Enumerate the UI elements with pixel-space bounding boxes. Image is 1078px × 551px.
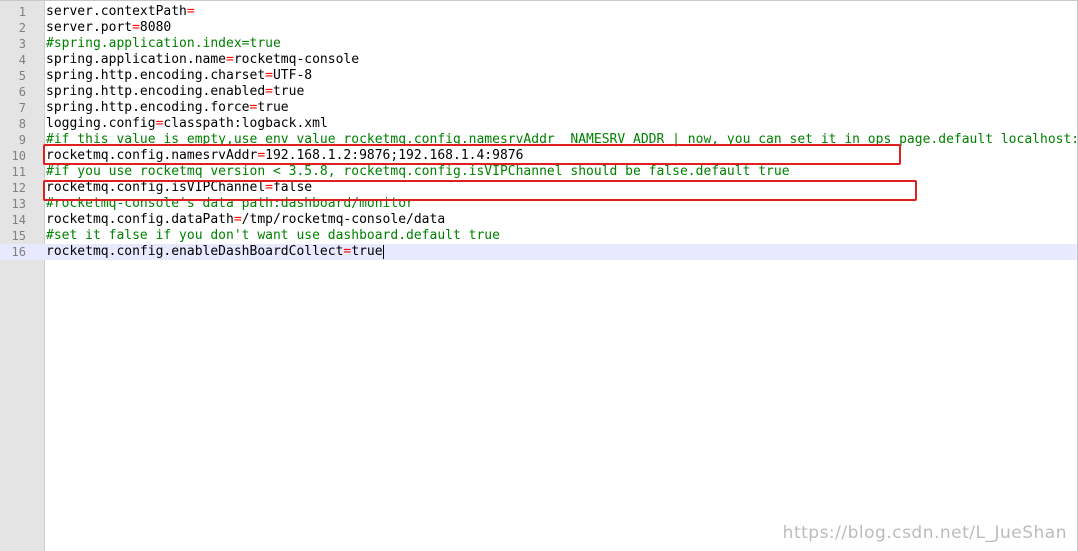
equals-operator: = <box>186 4 195 19</box>
code-line[interactable]: 5 spring.http.encoding.charset=UTF-8 <box>0 68 1077 84</box>
line-content[interactable]: logging.config=classpath:logback.xml <box>46 116 1077 132</box>
property-value: true <box>257 100 289 115</box>
line-content[interactable]: #spring.application.index=true <box>46 36 1077 52</box>
line-content[interactable]: spring.application.name=rocketmq-console <box>46 52 1077 68</box>
line-number: 13 <box>11 197 26 211</box>
equals-operator: = <box>132 20 140 35</box>
line-number: 2 <box>18 21 26 35</box>
equals-operator: = <box>233 212 242 227</box>
comment-text: #spring.application.index=true <box>46 36 281 51</box>
line-number: 7 <box>18 101 26 115</box>
line-content[interactable]: rocketmq.config.dataPath=/tmp/rocketmq-c… <box>46 212 1077 228</box>
property-key: server.contextPath <box>46 4 187 19</box>
code-line[interactable]: 2 server.port=8080 <box>0 20 1077 36</box>
code-editor[interactable]: 1 server.contextPath= 2 server.port=8080 3 #s… <box>0 0 1078 551</box>
line-number: 9 <box>18 133 26 147</box>
equals-operator: = <box>265 68 273 83</box>
code-line[interactable]: 4 spring.application.name=rocketmq-consol… <box>0 52 1077 68</box>
property-value: classpath:logback.xml <box>163 116 328 131</box>
property-value: rocketmq-console <box>233 52 360 67</box>
code-line[interactable]: 7 spring.http.encoding.force=true <box>0 100 1077 116</box>
text-cursor <box>382 244 384 259</box>
line-content[interactable]: rocketmq.config.enableDashBoardCollect=t… <box>46 244 1077 260</box>
line-number: 10 <box>11 149 26 163</box>
line-number: 16 <box>11 245 26 259</box>
code-line[interactable]: 6 spring.http.encoding.enabled=true <box>0 84 1077 100</box>
line-number: 5 <box>18 69 26 83</box>
code-lines[interactable]: 1 server.contextPath= 2 server.port=8080 3 #s… <box>0 4 1077 260</box>
line-content[interactable]: #set it false if you don't want use dash… <box>46 228 1077 244</box>
property-key: spring.http.encoding.charset <box>46 68 266 83</box>
property-value: true <box>351 244 383 259</box>
line-content[interactable]: #if you use rocketmq version < 3.5.8, ro… <box>46 164 1077 180</box>
line-content[interactable]: server.port=8080 <box>46 20 1077 36</box>
property-key: spring.application.name <box>46 52 227 67</box>
code-line[interactable]: 11 #if you use rocketmq version < 3.5.8, … <box>0 164 1077 180</box>
comment-text: #if you use rocketmq version < 3.5.8, ro… <box>46 164 790 179</box>
property-value: true <box>272 84 305 99</box>
line-number: 1 <box>18 5 26 19</box>
watermark: https://blog.csdn.net/L_JueShan <box>782 523 1067 543</box>
property-key: logging.config <box>46 116 156 131</box>
equals-operator: = <box>265 84 273 99</box>
highlight-box-vip-channel <box>43 180 917 201</box>
property-value: 8080 <box>139 20 172 35</box>
line-number: 11 <box>11 165 26 179</box>
equals-operator: = <box>226 52 234 67</box>
line-number: 3 <box>18 37 26 51</box>
line-number: 4 <box>18 53 26 67</box>
line-content[interactable]: spring.http.encoding.force=true <box>46 100 1077 116</box>
highlight-box-namesrv-addr <box>43 144 901 165</box>
code-line[interactable]: 15 #set it false if you don't want use da… <box>0 228 1077 244</box>
property-key: spring.http.encoding.enabled <box>46 84 266 99</box>
property-value: /tmp/rocketmq-console/data <box>241 212 446 227</box>
property-key: rocketmq.config.enableDashBoardCollect <box>46 244 344 259</box>
code-line[interactable]: 8 logging.config=classpath:logback.xml <box>0 116 1077 132</box>
line-number: 12 <box>11 181 26 195</box>
property-key: server.port <box>46 20 133 35</box>
comment-text: #set it false if you don't want use dash… <box>46 228 500 243</box>
line-number: 6 <box>18 85 26 99</box>
line-number: 15 <box>11 229 26 243</box>
code-line[interactable]: 14 rocketmq.config.dataPath=/tmp/rocketmq… <box>0 212 1077 228</box>
property-key: rocketmq.config.dataPath <box>46 212 234 227</box>
code-line[interactable]: 1 server.contextPath= <box>0 4 1077 20</box>
line-number: 8 <box>18 117 26 131</box>
property-key: spring.http.encoding.force <box>46 100 250 115</box>
property-value: UTF-8 <box>272 68 313 83</box>
line-number: 14 <box>11 213 26 227</box>
code-line[interactable]: 16 rocketmq.config.enableDashBoardCollect… <box>0 244 1077 260</box>
code-line[interactable]: 3 #spring.application.index=true <box>0 36 1077 52</box>
line-content[interactable]: spring.http.encoding.charset=UTF-8 <box>46 68 1077 84</box>
line-content[interactable]: spring.http.encoding.enabled=true <box>46 84 1077 100</box>
line-content[interactable]: server.contextPath= <box>46 4 1077 20</box>
